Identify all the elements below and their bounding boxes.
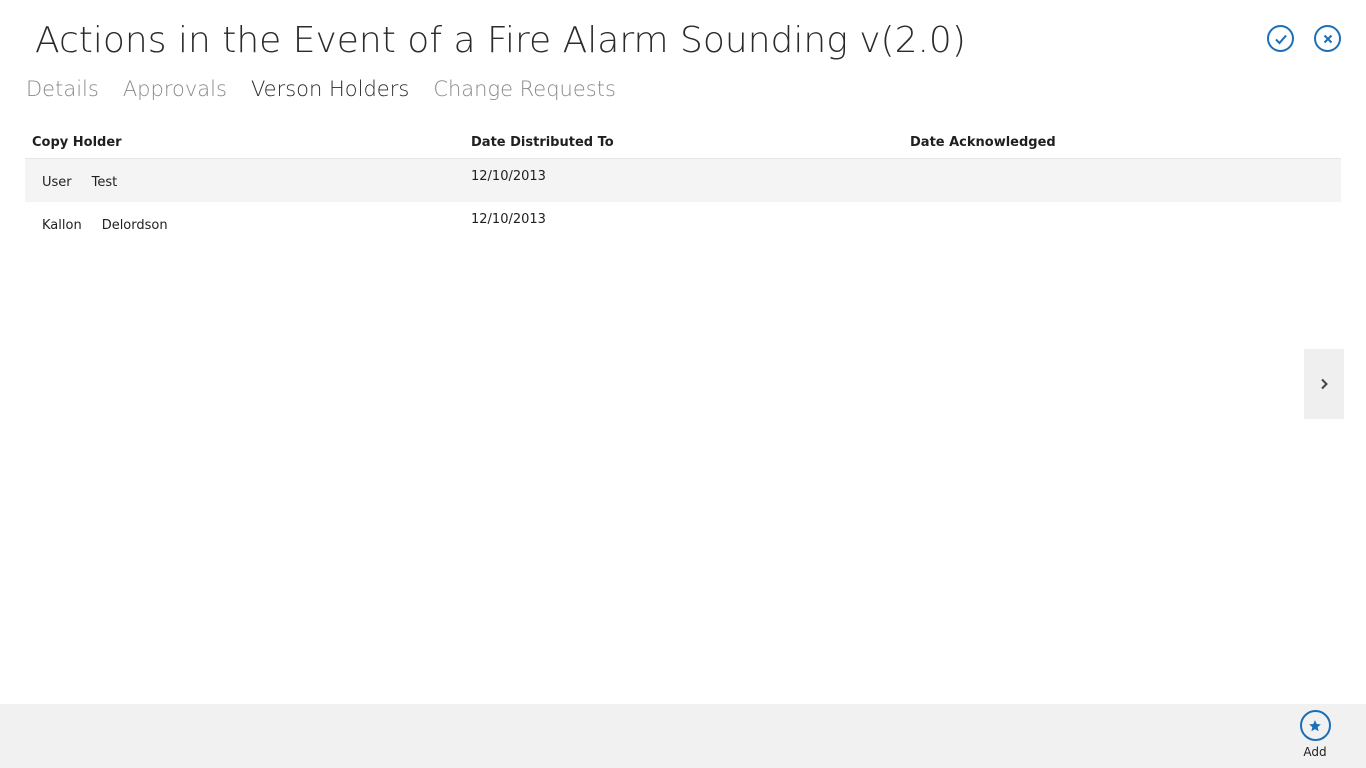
close-button[interactable] [1314, 25, 1341, 52]
tab-change-requests[interactable]: Change Requests [433, 74, 616, 104]
tab-approvals[interactable]: Approvals [123, 74, 227, 104]
app-bar: Add [0, 704, 1366, 768]
accept-button[interactable] [1267, 25, 1294, 52]
copy-holder-cell: User Test [25, 159, 464, 202]
add-button[interactable]: Add [1294, 710, 1336, 759]
tab-bar: Details Approvals Verson Holders Change … [26, 74, 616, 104]
date-distributed-cell: 12/10/2013 [471, 212, 546, 227]
add-button-circle [1299, 710, 1331, 741]
chevron-right-icon [1321, 378, 1328, 390]
table-row[interactable]: Kallon Delordson 12/10/2013 [25, 202, 1341, 245]
column-header-date-acknowledged[interactable]: Date Acknowledged [903, 130, 1341, 158]
last-name: Delordson [101, 218, 168, 233]
first-name: Kallon [42, 218, 82, 233]
last-name: Test [91, 175, 118, 190]
close-icon [1323, 34, 1332, 43]
first-name: User [42, 175, 72, 190]
tab-verson-holders[interactable]: Verson Holders [251, 74, 409, 104]
next-page-button[interactable] [1304, 349, 1344, 419]
date-acknowledged-cell [903, 159, 1341, 202]
tab-details[interactable]: Details [26, 74, 99, 104]
star-icon [1309, 719, 1321, 731]
column-header-date-distributed[interactable]: Date Distributed To [464, 130, 903, 158]
grid-header: Copy Holder Date Distributed To Date Ack… [25, 130, 1341, 159]
date-acknowledged-cell [903, 202, 1341, 245]
page: Actions in the Event of a Fire Alarm Sou… [0, 0, 1366, 768]
date-distributed-cell: 12/10/2013 [471, 169, 546, 184]
title-actions [1267, 25, 1341, 52]
copy-holder-cell: Kallon Delordson [25, 202, 464, 245]
checkmark-icon [1274, 34, 1287, 44]
table-row[interactable]: User Test 12/10/2013 [25, 159, 1341, 202]
column-header-copy-holder[interactable]: Copy Holder [25, 130, 464, 158]
page-title: Actions in the Event of a Fire Alarm Sou… [35, 20, 966, 61]
copy-holders-grid: Copy Holder Date Distributed To Date Ack… [25, 130, 1341, 245]
add-button-label: Add [1303, 745, 1327, 759]
